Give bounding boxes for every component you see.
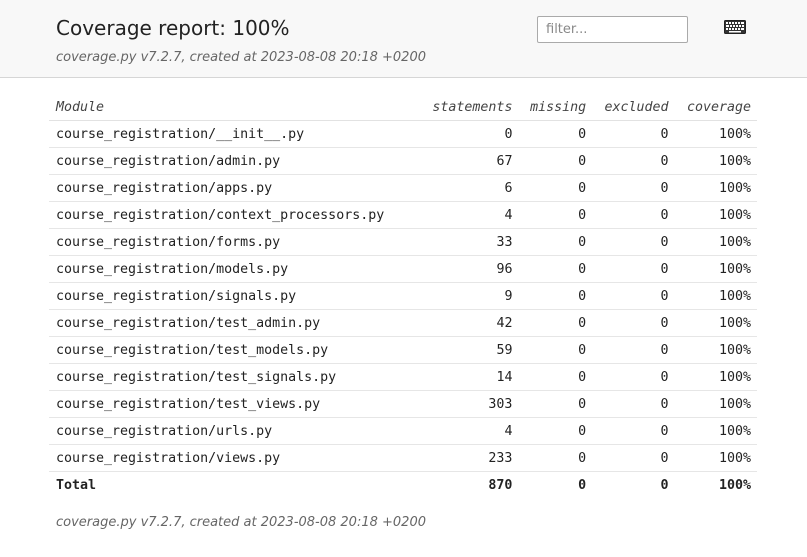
table-row: course_registration/urls.py 4 0 0 100%: [49, 417, 757, 445]
module-link[interactable]: course_registration/test_signals.py: [49, 363, 419, 391]
missing-cell: 0: [518, 201, 593, 229]
coverage-cell: 100%: [674, 444, 757, 472]
total-missing: 0: [578, 477, 587, 493]
created-info: coverage.py v7.2.7, created at 2023-08-0…: [56, 50, 426, 65]
statements-cell: 4: [418, 417, 519, 445]
coverage-cell: 100%: [674, 363, 757, 391]
coverage-cell: 100%: [674, 336, 757, 364]
module-link[interactable]: course_registration/urls.py: [49, 417, 419, 445]
excluded-cell: 0: [592, 336, 675, 364]
excluded-cell: 0: [592, 444, 675, 472]
missing-cell: 0: [518, 255, 593, 283]
table-row: course_registration/signals.py 9 0 0 100%: [49, 282, 757, 310]
module-link[interactable]: course_registration/signals.py: [49, 282, 419, 310]
excluded-cell: 0: [592, 282, 675, 310]
module-link[interactable]: course_registration/admin.py: [49, 147, 419, 175]
module-link[interactable]: course_registration/test_models.py: [49, 336, 419, 364]
column-header-coverage[interactable]: coverage: [674, 94, 757, 121]
coverage-cell: 100%: [674, 120, 757, 148]
page-title: Coverage report: 100%: [56, 16, 290, 40]
missing-cell: 0: [518, 309, 593, 337]
coverage-cell: 100%: [674, 255, 757, 283]
table-row: course_registration/__init__.py 0 0 0 100%: [49, 120, 757, 148]
statements-cell: 4: [418, 201, 519, 229]
coverage-cell: 100%: [674, 228, 757, 256]
statements-cell: 14: [418, 363, 519, 391]
table-row: course_registration/admin.py 67 0 0 100%: [49, 147, 757, 175]
missing-cell: 0: [518, 363, 593, 391]
excluded-cell: 0: [592, 147, 675, 175]
statements-cell: 6: [418, 174, 519, 202]
missing-cell: 0: [518, 147, 593, 175]
statements-cell: 9: [418, 282, 519, 310]
total-coverage: 100%: [718, 477, 751, 493]
total-excluded: 0: [660, 477, 669, 493]
coverage-cell: 100%: [674, 282, 757, 310]
excluded-cell: 0: [592, 120, 675, 148]
missing-cell: 0: [518, 174, 593, 202]
missing-cell: 0: [518, 417, 593, 445]
filter-input[interactable]: [537, 16, 688, 43]
excluded-cell: 0: [592, 174, 675, 202]
table-row: course_registration/views.py 233 0 0 100%: [49, 444, 757, 472]
coverage-cell: 100%: [674, 390, 757, 418]
excluded-cell: 0: [592, 255, 675, 283]
missing-cell: 0: [518, 390, 593, 418]
table-row: course_registration/test_models.py 59 0 0 10…: [49, 336, 757, 364]
table-row: course_registration/test_admin.py 42 0 0 100…: [49, 309, 757, 337]
statements-cell: 303: [418, 390, 519, 418]
module-link[interactable]: course_registration/context_processors.p…: [49, 201, 419, 229]
module-link[interactable]: course_registration/models.py: [49, 255, 419, 283]
footer-created-info: coverage.py v7.2.7, created at 2023-08-0…: [56, 515, 426, 530]
column-header-statements[interactable]: statements: [418, 94, 519, 121]
missing-cell: 0: [518, 336, 593, 364]
coverage-table: Module statements missing excluded cover…: [49, 94, 757, 498]
table-row: course_registration/context_processors.p…: [49, 201, 757, 229]
excluded-cell: 0: [592, 363, 675, 391]
missing-cell: 0: [518, 228, 593, 256]
coverage-cell: 100%: [674, 147, 757, 175]
statements-cell: 96: [418, 255, 519, 283]
missing-cell: 0: [518, 120, 593, 148]
table-row: course_registration/test_views.py 303 0 0 10…: [49, 390, 757, 418]
column-header-missing[interactable]: missing: [518, 94, 593, 121]
statements-cell: 59: [418, 336, 519, 364]
coverage-cell: 100%: [674, 174, 757, 202]
column-header-excluded[interactable]: excluded: [592, 94, 675, 121]
statements-cell: 233: [418, 444, 519, 472]
report-header: Coverage report: 100% coverage.py v7.2.7…: [0, 0, 807, 78]
coverage-cell: 100%: [674, 201, 757, 229]
missing-cell: 0: [518, 444, 593, 472]
coverage-cell: 100%: [674, 417, 757, 445]
column-header-module[interactable]: Module: [49, 94, 419, 121]
module-link[interactable]: course_registration/views.py: [49, 444, 419, 472]
table-header-row: Module statements missing excluded cover…: [49, 94, 757, 121]
total-label: Total: [56, 477, 97, 493]
module-link[interactable]: course_registration/test_admin.py: [49, 309, 419, 337]
statements-cell: 33: [418, 228, 519, 256]
table-row: course_registration/forms.py 33 0 0 100%: [49, 228, 757, 256]
statements-cell: 42: [418, 309, 519, 337]
table-row: course_registration/apps.py 6 0 0 100%: [49, 174, 757, 202]
module-link[interactable]: course_registration/forms.py: [49, 228, 419, 256]
excluded-cell: 0: [592, 201, 675, 229]
excluded-cell: 0: [592, 309, 675, 337]
module-link[interactable]: course_registration/test_views.py: [49, 390, 419, 418]
total-row: Total 870 0 0 100%: [49, 472, 757, 499]
table-row: course_registration/models.py 96 0 0 100%: [49, 255, 757, 283]
table-row: course_registration/test_signals.py 14 0 0 1…: [49, 363, 757, 391]
module-link[interactable]: course_registration/__init__.py: [49, 120, 419, 148]
total-statements: 870: [488, 477, 513, 493]
excluded-cell: 0: [592, 417, 675, 445]
module-link[interactable]: course_registration/apps.py: [49, 174, 419, 202]
statements-cell: 0: [418, 120, 519, 148]
coverage-cell: 100%: [674, 309, 757, 337]
keyboard-icon[interactable]: [724, 20, 746, 34]
excluded-cell: 0: [592, 228, 675, 256]
missing-cell: 0: [518, 282, 593, 310]
statements-cell: 67: [418, 147, 519, 175]
excluded-cell: 0: [592, 390, 675, 418]
